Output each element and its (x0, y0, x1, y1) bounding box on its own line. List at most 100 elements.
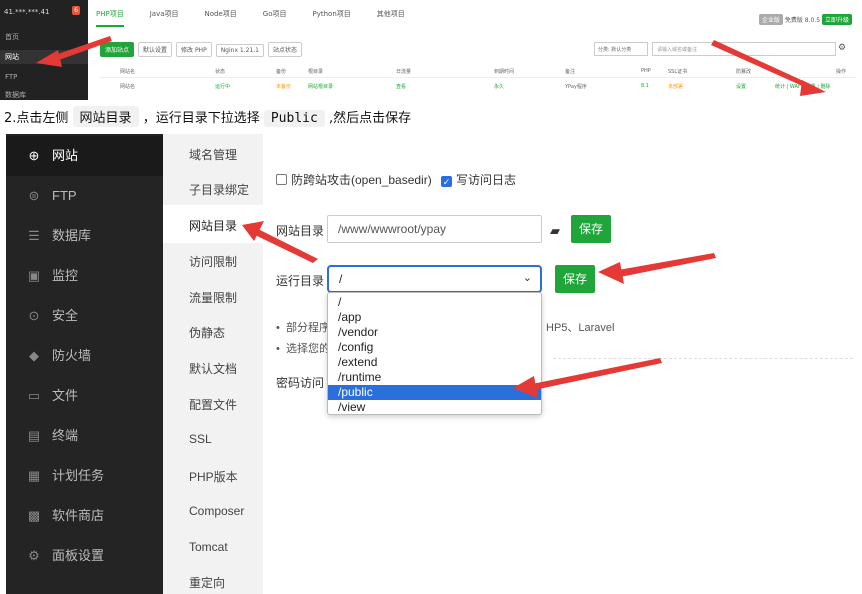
sidebar-item-security[interactable]: ⊙ 安全 (6, 296, 163, 336)
sidebar-item-label: 数据库 (52, 228, 92, 243)
folder-icon: ▭ (27, 388, 41, 403)
checkbox-checked[interactable]: ✓ (441, 176, 452, 187)
version-label: 8.0.5 (804, 17, 821, 24)
col-actions: 操作 (836, 69, 847, 75)
heading-suffix: ,然后点击保存 (328, 111, 412, 126)
site-search-input[interactable]: 请输入域名或备注 (652, 42, 836, 56)
sidebar-item-monitor[interactable]: ▣ 监控 (6, 256, 163, 296)
col-expire[interactable]: 到期时间 (494, 68, 514, 75)
notification-badge[interactable]: 6 (72, 6, 80, 15)
tab-config[interactable]: 配置文件 (189, 396, 237, 413)
free-label: 免费版 (784, 17, 803, 24)
upgrade-button[interactable]: 立即升级 (821, 14, 852, 25)
note-line-1-end: HP5、Laravel (546, 322, 615, 334)
sidebar-item-settings[interactable]: ⚙ 面板设置 (6, 536, 163, 576)
option-app[interactable]: /app (328, 310, 541, 325)
option-extend[interactable]: /extend (328, 355, 541, 370)
col-traffic[interactable]: 日流量 (396, 68, 411, 75)
tab-php-version[interactable]: PHP版本 (189, 468, 238, 485)
tab-site-dir[interactable]: 网站目录 (189, 217, 237, 234)
site-dir-label: 网站目录 (276, 224, 325, 238)
row-root[interactable]: 网站根目录 (308, 83, 333, 90)
note-text-a: 部分程序 (285, 322, 330, 334)
nginx-button[interactable]: Nginx 1.21.1 (215, 44, 264, 57)
row-note[interactable]: YPay程序 (565, 83, 587, 90)
option-config[interactable]: /config (328, 340, 541, 355)
option-runtime[interactable]: /runtime (328, 370, 541, 385)
gear-icon: ⚙ (28, 548, 40, 563)
site-dir-save-button[interactable]: 保存 (571, 215, 611, 243)
row-ssl[interactable]: 未部署 (668, 83, 683, 90)
note-text-b: 选择您的 (285, 343, 330, 355)
access-log-checkbox[interactable]: ✓ 写访问日志 (441, 171, 516, 188)
checkbox-unchecked[interactable] (276, 174, 287, 185)
col-name[interactable]: 网站名 (120, 68, 135, 75)
tab-php[interactable]: PHP项目 (96, 9, 124, 27)
heading-code-site-dir: 网站目录 (72, 106, 139, 127)
main-screenshot: ⊕ 网站 ⊜ FTP ☰ 数据库 ▣ 监控 ⊙ 安全 ◆ 防火墙 ▭ 文件 ▤ 终端 ▦ 计划任务… (6, 134, 862, 594)
checkbox-label: 防跨站攻击(open_basedir) (291, 173, 432, 187)
col-backup: 备份 (276, 69, 287, 75)
tab-tomcat[interactable]: Tomcat (189, 540, 228, 554)
tab-access-limit[interactable]: 访问限制 (189, 253, 237, 270)
php-version-button[interactable]: 修改 PHP (176, 42, 212, 57)
tab-go[interactable]: Go项目 (263, 9, 287, 19)
sidebar-item-label: 文件 (52, 388, 79, 403)
tab-composer[interactable]: Composer (189, 504, 244, 518)
tab-python[interactable]: Python项目 (313, 9, 351, 19)
run-dir-label: 运行目录 (276, 274, 325, 288)
run-dir-save-button[interactable]: 保存 (555, 265, 595, 293)
sidebar-item-database[interactable]: ☰ 数据库 (6, 216, 163, 256)
sidebar-item-terminal[interactable]: ▤ 终端 (6, 416, 163, 456)
col-status[interactable]: 状态 (215, 68, 225, 75)
option-view[interactable]: /view (328, 400, 541, 415)
monitor-icon: ▣ (27, 268, 41, 283)
row-traffic[interactable]: 查看 (396, 83, 406, 90)
sidebar-item-label: 防火墙 (52, 348, 92, 363)
sidebar-item-website[interactable]: ⊕ 网站 (6, 136, 163, 176)
row-actions[interactable]: 统计 | WAF | 设置 | 删除 (775, 83, 831, 90)
option-root[interactable]: / (328, 295, 541, 310)
category-filter[interactable]: 分类: 默认分类 (594, 42, 648, 56)
tab-domain[interactable]: 域名管理 (189, 146, 237, 163)
sidebar-item-store[interactable]: ▩ 软件商店 (6, 496, 163, 536)
tab-ssl[interactable]: SSL (189, 432, 212, 446)
sidebar-item-ftp[interactable]: ⊜ FTP (6, 176, 163, 216)
row-site-name[interactable]: 网站名 (120, 83, 135, 90)
option-public[interactable]: /public (328, 385, 541, 400)
row-backup[interactable]: 未备份 (276, 83, 291, 90)
site-status-button[interactable]: 站点状态 (268, 42, 303, 57)
open-basedir-checkbox[interactable]: 防跨站攻击(open_basedir) (276, 171, 432, 188)
tab-rewrite[interactable]: 伪静态 (189, 324, 225, 341)
option-vendor[interactable]: /vendor (328, 325, 541, 340)
sidebar-item-cron[interactable]: ▦ 计划任务 (6, 456, 163, 496)
tab-traffic-limit[interactable]: 流量限制 (189, 289, 237, 306)
apps-icon: ▩ (27, 508, 41, 523)
tab-java[interactable]: Java项目 (150, 9, 179, 19)
default-settings-button[interactable]: 默认设置 (138, 42, 173, 57)
row-php[interactable]: 8.1 (641, 83, 649, 89)
settings-tabs: 域名管理 子目录绑定 网站目录 访问限制 流量限制 伪静态 默认文档 配置文件 … (163, 134, 263, 594)
tab-node[interactable]: Node项目 (205, 9, 237, 19)
sidebar-item-label: 软件商店 (52, 508, 105, 523)
tab-default-doc[interactable]: 默认文档 (189, 360, 237, 377)
top-sidebar-home[interactable]: 首页 (5, 30, 85, 44)
sidebar-item-firewall[interactable]: ◆ 防火墙 (6, 336, 163, 376)
row-status[interactable]: 运行中 (215, 83, 230, 90)
top-sidebar-website[interactable]: 网站 (0, 50, 88, 64)
settings-gear-icon[interactable]: ⚙ (838, 43, 846, 53)
tab-subdir[interactable]: 子目录绑定 (189, 181, 249, 198)
site-dir-input[interactable]: /www/wwwroot/ypay (327, 215, 542, 243)
tab-redirect[interactable]: 重定向 (189, 574, 225, 591)
sidebar-item-files[interactable]: ▭ 文件 (6, 376, 163, 416)
row-tamper[interactable]: 设置 (736, 83, 746, 90)
checkbox-label: 写访问日志 (456, 173, 517, 187)
row-expire[interactable]: 永久 (494, 83, 504, 90)
top-sidebar-ftp[interactable]: FTP (5, 70, 85, 84)
col-php: PHP (641, 68, 651, 74)
run-dir-select[interactable]: / ⌄ (327, 265, 542, 293)
top-sidebar-db[interactable]: 数据库 (5, 88, 85, 102)
folder-open-icon[interactable]: ▰ (550, 223, 560, 239)
tab-other[interactable]: 其他项目 (377, 9, 405, 19)
add-site-button[interactable]: 添加站点 (100, 42, 135, 57)
